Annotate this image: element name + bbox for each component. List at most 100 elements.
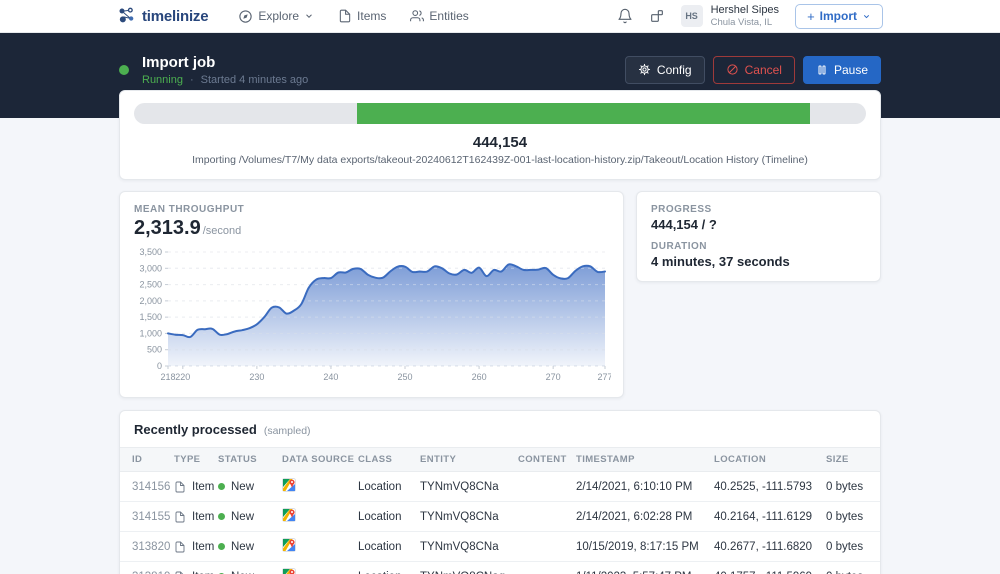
svg-text:2,500: 2,500 — [139, 280, 162, 290]
page-title: Import job — [142, 54, 308, 71]
column-header-content: CONTENT — [514, 448, 572, 472]
import-progress-card: 444,154 Importing /Volumes/T7/My data ex… — [119, 90, 881, 180]
pause-button[interactable]: Pause — [803, 56, 881, 84]
gear-icon — [638, 63, 651, 76]
cell-id: 314156 — [120, 472, 170, 502]
cell-entity: TYNmVQ8CNa — [416, 532, 514, 562]
compass-icon — [238, 9, 253, 24]
brand-wordmark: timelinize — [142, 8, 208, 25]
stacked-windows-icon — [649, 8, 665, 24]
cell-content — [514, 502, 572, 532]
table-title: Recently processed — [134, 422, 257, 437]
cell-data-source — [278, 532, 354, 562]
pause-icon — [816, 64, 828, 76]
import-source-path: Importing /Volumes/T7/My data exports/ta… — [134, 154, 866, 166]
svg-text:3,500: 3,500 — [139, 247, 162, 257]
cell-data-source — [278, 562, 354, 574]
file-icon — [174, 511, 186, 523]
progress-label: PROGRESS — [651, 204, 866, 215]
svg-text:218: 218 — [160, 372, 175, 382]
google-maps-icon — [282, 538, 296, 552]
table-header-row: IDTYPESTATUSDATA SOURCECLASSENTITYCONTEN… — [120, 448, 880, 472]
new-status-dot — [218, 483, 225, 490]
file-icon — [338, 9, 352, 23]
user-name: Hershel Sipes — [711, 4, 779, 17]
column-header-class: CLASS — [354, 448, 416, 472]
running-status-dot — [119, 65, 129, 75]
column-header-type: TYPE — [170, 448, 214, 472]
svg-text:277: 277 — [597, 372, 611, 382]
svg-text:1,000: 1,000 — [139, 328, 162, 338]
progress-bar-segment — [357, 103, 811, 124]
cell-id: 314155 — [120, 502, 170, 532]
cell-status: New — [214, 562, 278, 574]
status-text: Running — [142, 74, 183, 86]
file-icon — [174, 481, 186, 493]
jobs-button[interactable] — [649, 8, 665, 24]
cell-entity: TYNmVQ8CNaq — [416, 562, 514, 574]
table-row[interactable]: 314156 ItemNew LocationTYNmVQ8CNa2/14/20… — [120, 472, 880, 502]
cell-class: Location — [354, 472, 416, 502]
cell-id: 313820 — [120, 532, 170, 562]
cell-timestamp: 2/14/2021, 6:10:10 PM — [572, 472, 710, 502]
column-header-size: SIZE — [822, 448, 880, 472]
svg-text:0: 0 — [157, 361, 162, 371]
svg-text:500: 500 — [147, 345, 162, 355]
timelinize-logo-icon — [117, 6, 137, 26]
file-icon — [174, 571, 186, 574]
column-header-timestamp: TIMESTAMP — [572, 448, 710, 472]
nav-item-items[interactable]: Items — [338, 9, 386, 23]
cell-content — [514, 532, 572, 562]
user-menu[interactable]: HS Hershel Sipes Chula Vista, IL — [681, 4, 779, 29]
cancel-button[interactable]: Cancel — [713, 56, 795, 84]
cell-entity: TYNmVQ8CNa — [416, 472, 514, 502]
column-header-status: STATUS — [214, 448, 278, 472]
duration-label: DURATION — [651, 241, 866, 252]
cancel-label: Cancel — [745, 63, 782, 77]
started-ago-text: Started 4 minutes ago — [201, 74, 309, 86]
duration-value: 4 minutes, 37 seconds — [651, 254, 866, 269]
cell-content — [514, 472, 572, 502]
table-subtitle: (sampled) — [264, 425, 311, 437]
nav-label: Entities — [429, 9, 468, 23]
import-label: Import — [820, 9, 857, 23]
table-row[interactable]: 313819 ItemNew LocationTYNmVQ8CNaq1/11/2… — [120, 562, 880, 574]
cell-location: 40.2525, -111.5793 — [710, 472, 822, 502]
nav-item-explore[interactable]: Explore — [238, 9, 314, 24]
config-label: Config — [657, 63, 692, 77]
import-button[interactable]: + Import — [795, 4, 883, 29]
pause-label: Pause — [834, 63, 868, 77]
cell-class: Location — [354, 532, 416, 562]
nav-item-entities[interactable]: Entities — [410, 9, 468, 23]
cell-location: 40.2677, -111.6820 — [710, 532, 822, 562]
cell-location: 40.1757, -111.5969 — [710, 562, 822, 574]
user-location: Chula Vista, IL — [711, 17, 779, 28]
config-button[interactable]: Config — [625, 56, 705, 84]
google-maps-icon — [282, 508, 296, 522]
chevron-down-icon — [304, 11, 314, 21]
recently-processed-card: Recently processed (sampled) IDTYPESTATUS… — [119, 410, 881, 574]
top-navbar: timelinize Explore Items — [0, 0, 1000, 33]
notifications-button[interactable] — [617, 8, 633, 24]
cell-size: 0 bytes — [822, 562, 880, 574]
cell-timestamp: 2/14/2021, 6:02:28 PM — [572, 502, 710, 532]
table-row[interactable]: 313820 ItemNew LocationTYNmVQ8CNa10/15/2… — [120, 532, 880, 562]
cell-timestamp: 1/11/2023, 5:57:47 PM — [572, 562, 710, 574]
prohibition-icon — [726, 63, 739, 76]
table-body: 314156 ItemNew LocationTYNmVQ8CNa2/14/20… — [120, 472, 880, 574]
throughput-card: MEAN THROUGHPUT 2,313.9/second 05001,000… — [119, 191, 624, 398]
brand[interactable]: timelinize — [117, 6, 208, 26]
table-row[interactable]: 314155 ItemNew LocationTYNmVQ8CNa2/14/20… — [120, 502, 880, 532]
cell-size: 0 bytes — [822, 532, 880, 562]
nav-label: Items — [357, 9, 386, 23]
column-header-id: ID — [120, 448, 170, 472]
svg-text:260: 260 — [472, 372, 487, 382]
main-nav: Explore Items Entities — [238, 9, 468, 24]
svg-text:240: 240 — [323, 372, 338, 382]
cell-type: Item — [170, 502, 214, 532]
job-stats-card: PROGRESS 444,154 / ? DURATION 4 minutes,… — [636, 191, 881, 282]
cell-class: Location — [354, 562, 416, 574]
svg-text:250: 250 — [398, 372, 413, 382]
cell-type: Item — [170, 562, 214, 574]
cell-class: Location — [354, 502, 416, 532]
